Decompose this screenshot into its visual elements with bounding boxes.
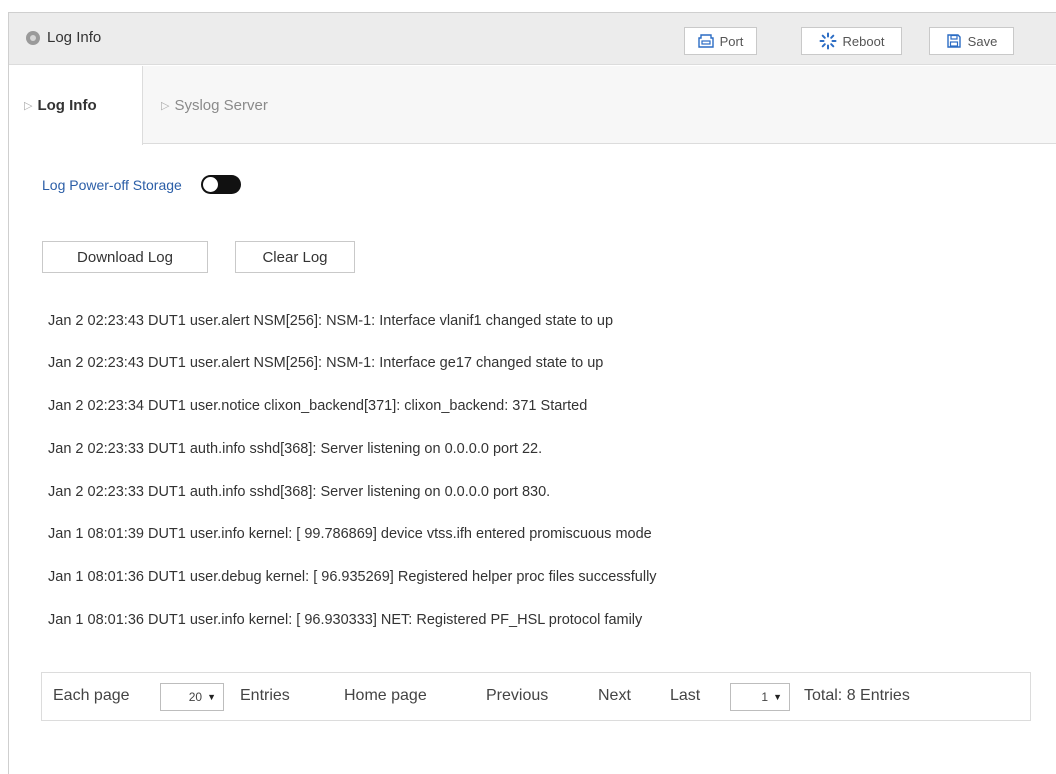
port-icon	[697, 34, 714, 48]
page-number-select[interactable]: 1 ▼	[730, 683, 790, 711]
caret-down-icon: ▼	[773, 692, 782, 702]
save-button[interactable]: Save	[929, 27, 1014, 55]
floppy-disk-icon	[946, 34, 961, 48]
log-entry: Jan 2 02:23:33 DUT1 auth.info sshd[368]:…	[48, 484, 551, 500]
log-entry: Jan 2 02:23:34 DUT1 user.notice clixon_b…	[48, 398, 588, 414]
circle-dot-icon	[26, 31, 40, 45]
total-entries-label: Total: 8 Entries	[804, 687, 910, 704]
save-button-label: Save	[967, 33, 998, 49]
log-entry: Jan 2 02:23:33 DUT1 auth.info sshd[368]:…	[48, 441, 543, 457]
log-info-panel: Log Info Port Reboot Save ▷ Log Info ▷ S…	[8, 12, 1056, 774]
tab-syslog-server-label: Syslog Server	[174, 96, 268, 114]
port-button[interactable]: Port	[684, 27, 757, 55]
home-page-link[interactable]: Home page	[344, 687, 427, 705]
log-entry: Jan 2 02:23:43 DUT1 user.alert NSM[256]:…	[48, 313, 614, 329]
tab-syslog-server[interactable]: ▷ Syslog Server	[161, 66, 268, 144]
previous-page-link[interactable]: Previous	[486, 687, 548, 705]
each-page-label: Each page	[53, 687, 130, 704]
power-off-storage-toggle[interactable]	[200, 175, 241, 194]
reboot-button-label: Reboot	[842, 33, 885, 49]
panel-header: Log Info Port Reboot Save	[9, 13, 1056, 65]
tab-bar: ▷ Log Info ▷ Syslog Server	[9, 66, 1056, 145]
tab-log-info-label: Log Info	[37, 97, 97, 114]
tab-arrow-icon: ▷	[161, 99, 170, 112]
page-number-value: 1	[761, 690, 769, 704]
download-log-button[interactable]: Download Log	[42, 241, 208, 273]
panel-title: Log Info	[47, 29, 102, 46]
spinner-icon	[819, 32, 837, 50]
pagination-bar: Each page 20 ▼ Entries Home page Previou…	[41, 672, 1031, 721]
log-entry: Jan 1 08:01:36 DUT1 user.info kernel: [ …	[48, 612, 643, 628]
last-page-link[interactable]: Last	[670, 687, 700, 705]
entries-label: Entries	[240, 687, 290, 704]
reboot-button[interactable]: Reboot	[801, 27, 902, 55]
log-entry: Jan 1 08:01:36 DUT1 user.debug kernel: […	[48, 569, 657, 585]
log-entry: Jan 2 02:23:43 DUT1 user.alert NSM[256]:…	[48, 355, 604, 371]
log-entry: Jan 1 08:01:39 DUT1 user.info kernel: [ …	[48, 526, 652, 542]
port-button-label: Port	[719, 33, 744, 49]
clear-log-button[interactable]: Clear Log	[235, 241, 355, 273]
toggle-knob	[202, 177, 218, 192]
tab-log-info[interactable]: ▷ Log Info	[9, 66, 143, 145]
page-size-select[interactable]: 20 ▼	[160, 683, 224, 711]
power-off-storage-row: Log Power-off Storage	[42, 175, 241, 194]
next-page-link[interactable]: Next	[598, 687, 631, 705]
page-size-value: 20	[188, 690, 203, 704]
tab-arrow-icon: ▷	[24, 100, 33, 112]
power-off-storage-label: Log Power-off Storage	[42, 176, 182, 193]
caret-down-icon: ▼	[207, 692, 216, 702]
